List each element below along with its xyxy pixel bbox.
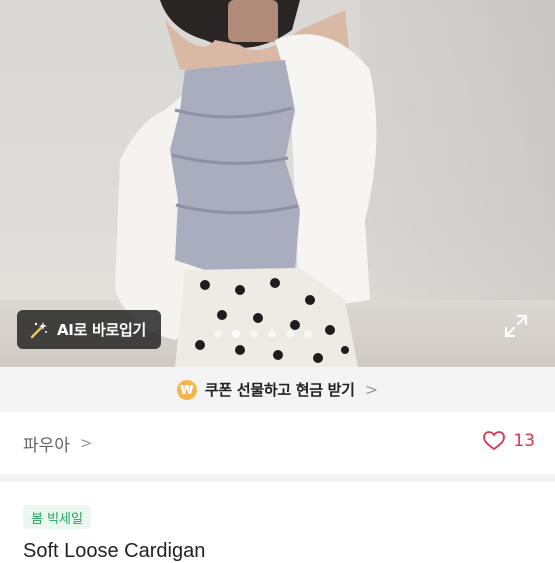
- shop-row: 파우아 > 13: [0, 412, 555, 474]
- coupon-text: 쿠폰 선물하고 현금 받기: [204, 381, 355, 399]
- shop-name-link[interactable]: 파우아: [23, 431, 70, 456]
- ai-try-on-button[interactable]: AI로 바로입기: [17, 310, 161, 349]
- won-coin-icon: ₩: [176, 379, 197, 400]
- chevron-right-icon: >: [364, 380, 379, 399]
- ai-try-on-label: AI로 바로입기: [57, 321, 147, 339]
- carousel-dot[interactable]: [286, 330, 294, 338]
- carousel-dot[interactable]: [304, 330, 312, 338]
- section-divider: [0, 474, 555, 482]
- magic-wand-icon: [30, 321, 47, 338]
- heart-icon: [483, 431, 506, 451]
- carousel-indicator: [214, 330, 312, 338]
- product-image[interactable]: AI로 바로입기: [0, 0, 555, 367]
- sale-badge: 봄 빅세일: [23, 505, 91, 529]
- like-count: 13: [513, 431, 535, 451]
- product-title: Soft Loose Cardigan: [23, 540, 206, 562]
- coupon-banner[interactable]: ₩ 쿠폰 선물하고 현금 받기 >: [0, 367, 555, 412]
- carousel-dot[interactable]: [250, 330, 258, 338]
- carousel-dot[interactable]: [268, 330, 276, 338]
- fullscreen-expand-icon[interactable]: [503, 313, 529, 339]
- carousel-dot-active[interactable]: [232, 330, 240, 338]
- chevron-right-icon: >: [79, 434, 93, 452]
- like-button[interactable]: 13: [483, 431, 535, 451]
- carousel-dot[interactable]: [214, 330, 222, 338]
